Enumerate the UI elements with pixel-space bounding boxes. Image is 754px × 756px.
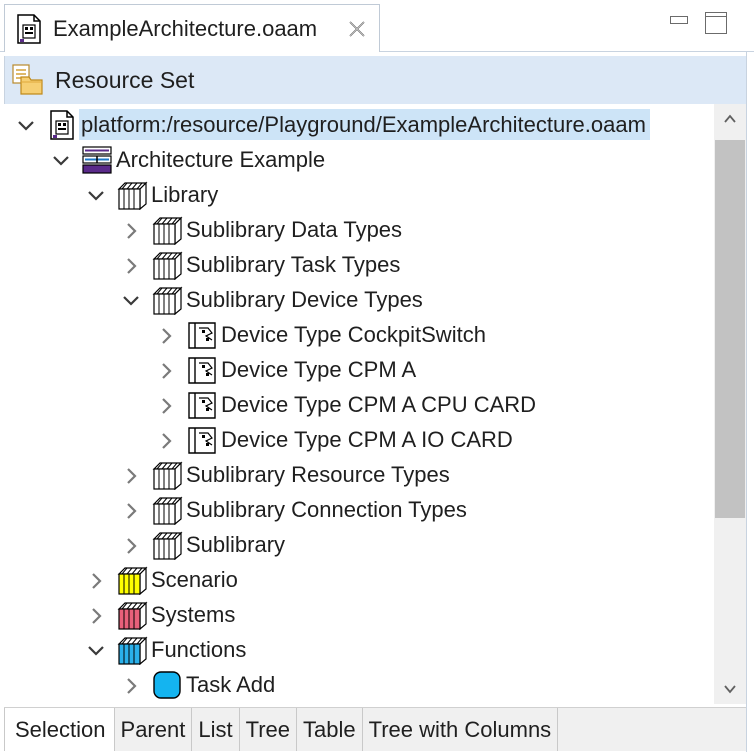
tab-table[interactable]: Table bbox=[297, 708, 363, 751]
tree-row-label: Scenario bbox=[151, 567, 238, 592]
sublibrary-icon bbox=[151, 495, 183, 526]
tree-row-label: Task Add bbox=[186, 672, 276, 697]
tree-row[interactable]: Sublibrary bbox=[4, 527, 714, 562]
resource-set-icon bbox=[12, 64, 43, 95]
chevron-right-icon[interactable] bbox=[122, 465, 140, 484]
architecture-icon bbox=[81, 145, 113, 175]
systems-icon bbox=[116, 600, 148, 631]
tree-row[interactable]: Sublibrary Device Types bbox=[4, 282, 714, 317]
editor-tab-bar: ExampleArchitecture.oaam bbox=[0, 0, 754, 52]
editor-tab[interactable]: ExampleArchitecture.oaam bbox=[4, 4, 380, 52]
editor-tab-title: ExampleArchitecture.oaam bbox=[53, 15, 318, 41]
tree-row[interactable]: Device Type CPM A IO CARD bbox=[4, 422, 714, 457]
tree-row[interactable]: Sublibrary Connection Types bbox=[4, 492, 714, 527]
sublibrary-icon bbox=[151, 285, 183, 316]
tree-row[interactable]: Sublibrary Task Types bbox=[4, 247, 714, 282]
tree-row-label: Sublibrary Data Types bbox=[186, 217, 403, 242]
tree-row-label: Sublibrary Task Types bbox=[186, 252, 401, 277]
tree-row-label: platform:/resource/Playground/ExampleArc… bbox=[79, 109, 650, 140]
tree-row[interactable]: Sublibrary Data Types bbox=[4, 212, 714, 247]
tree-row[interactable]: Device Type CPM A bbox=[4, 352, 714, 387]
tree-row[interactable]: Task Add bbox=[4, 667, 714, 702]
tree-row[interactable]: Functions bbox=[4, 632, 714, 667]
chevron-right-icon[interactable] bbox=[157, 360, 175, 379]
tree-row-label: Device Type CockpitSwitch bbox=[221, 322, 486, 347]
sublibrary-icon bbox=[151, 530, 183, 561]
chevron-right-icon[interactable] bbox=[157, 395, 175, 414]
tree-row-label: Device Type CPM A bbox=[221, 357, 417, 382]
maximize-icon[interactable] bbox=[705, 12, 727, 34]
tree-row-label: Sublibrary Resource Types bbox=[186, 462, 450, 487]
chevron-right-icon[interactable] bbox=[122, 220, 140, 239]
chevron-down-icon[interactable] bbox=[122, 290, 140, 308]
tab-list[interactable]: List bbox=[192, 708, 240, 751]
device-type-icon bbox=[186, 425, 218, 455]
tree-row[interactable]: Device Type CPM A CPU CARD bbox=[4, 387, 714, 422]
viewer-tabs: Selection Parent List Tree Table Tree with Co… bbox=[4, 707, 746, 751]
tree-row-label: Device Type CPM A IO CARD bbox=[221, 427, 513, 452]
tree-row[interactable]: Scenario bbox=[4, 562, 714, 597]
tab-tree[interactable]: Tree bbox=[239, 708, 298, 751]
resource-tree[interactable]: platform:/resource/Playground/ExampleArc… bbox=[4, 104, 714, 704]
scrollbar-thumb[interactable] bbox=[715, 140, 745, 518]
device-type-icon bbox=[186, 320, 218, 350]
chevron-right-icon[interactable] bbox=[87, 570, 105, 589]
tree-row-label: Sublibrary Connection Types bbox=[186, 497, 467, 522]
chevron-down-icon[interactable] bbox=[87, 640, 105, 658]
model-file-icon bbox=[46, 110, 78, 140]
tree-row-label: Systems bbox=[151, 602, 236, 627]
chevron-right-icon[interactable] bbox=[122, 255, 140, 274]
tree-row-label: Functions bbox=[151, 637, 247, 662]
device-type-icon bbox=[186, 355, 218, 385]
scroll-down-icon[interactable] bbox=[723, 682, 737, 696]
minimize-icon[interactable] bbox=[668, 12, 688, 32]
scenario-icon bbox=[116, 565, 148, 596]
functions-icon bbox=[116, 635, 148, 666]
tree-row[interactable]: Library bbox=[4, 177, 714, 212]
panel-border bbox=[746, 52, 747, 752]
tree-row-label: Library bbox=[151, 182, 219, 207]
tree-row[interactable]: Architecture Example bbox=[4, 142, 714, 177]
tab-tree-with-columns[interactable]: Tree with Columns bbox=[362, 708, 559, 751]
library-icon bbox=[116, 180, 148, 211]
chevron-down-icon[interactable] bbox=[87, 185, 105, 203]
chevron-right-icon[interactable] bbox=[122, 500, 140, 519]
vertical-scrollbar[interactable] bbox=[714, 104, 746, 704]
chevron-right-icon[interactable] bbox=[87, 605, 105, 624]
tree-row[interactable]: Device Type CockpitSwitch bbox=[4, 317, 714, 352]
tree-row[interactable]: platform:/resource/Playground/ExampleArc… bbox=[4, 107, 714, 142]
chevron-right-icon[interactable] bbox=[122, 675, 140, 694]
task-icon bbox=[151, 670, 183, 700]
sublibrary-icon bbox=[151, 215, 183, 246]
tree-row-label: Sublibrary bbox=[186, 532, 286, 557]
tab-selection[interactable]: Selection bbox=[4, 708, 115, 751]
chevron-down-icon[interactable] bbox=[17, 115, 35, 133]
tab-parent[interactable]: Parent bbox=[114, 708, 193, 751]
tree-row[interactable]: Sublibrary Resource Types bbox=[4, 457, 714, 492]
tree-row-label: Sublibrary Device Types bbox=[186, 287, 423, 312]
device-type-icon bbox=[186, 390, 218, 420]
tree-row-label: Device Type CPM A CPU CARD bbox=[221, 392, 537, 417]
resource-set-label: Resource Set bbox=[55, 66, 195, 93]
chevron-right-icon[interactable] bbox=[122, 535, 140, 554]
chevron-right-icon[interactable] bbox=[157, 430, 175, 449]
tree-row-label: Architecture Example bbox=[116, 147, 326, 172]
sublibrary-icon bbox=[151, 250, 183, 281]
tree-row[interactable]: Systems bbox=[4, 597, 714, 632]
scroll-up-icon[interactable] bbox=[723, 112, 737, 126]
chevron-right-icon[interactable] bbox=[157, 325, 175, 344]
chevron-down-icon[interactable] bbox=[52, 150, 70, 168]
sublibrary-icon bbox=[151, 460, 183, 491]
resource-set-header: Resource Set bbox=[4, 56, 746, 104]
model-file-icon bbox=[17, 13, 41, 44]
close-icon[interactable] bbox=[347, 19, 367, 39]
